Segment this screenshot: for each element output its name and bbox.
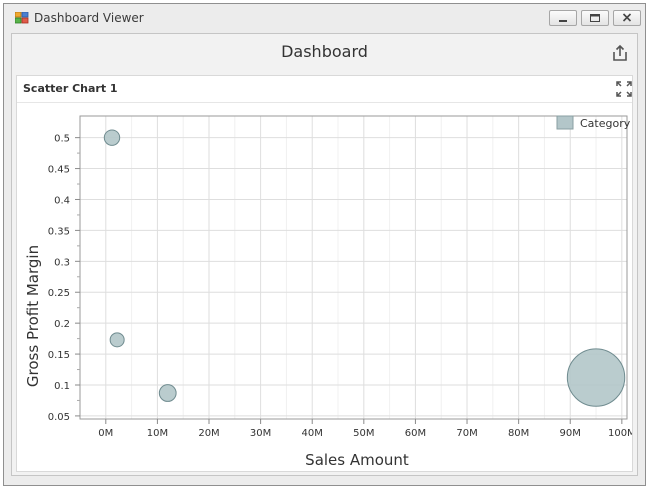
minimize-icon <box>559 20 567 22</box>
x-tick-label: 20M <box>198 428 219 439</box>
y-tick-label: 0.05 <box>48 412 70 423</box>
x-tick-label: 70M <box>456 428 477 439</box>
y-tick-label: 0.1 <box>54 381 70 392</box>
grid-layer <box>80 116 627 419</box>
dashboard-app-icon <box>15 12 29 24</box>
x-tick-label: 0M <box>98 428 113 439</box>
x-tick-label: 30M <box>250 428 271 439</box>
y-tick-label: 0.25 <box>48 288 70 299</box>
point-layer <box>103 129 626 407</box>
y-tick-label: 0.4 <box>54 195 70 206</box>
y-tick-label: 0.15 <box>48 350 70 361</box>
title-bar[interactable]: Dashboard Viewer <box>4 4 645 32</box>
x-tick-label: 40M <box>302 428 323 439</box>
y-axis-title: Gross Profit Margin <box>24 245 42 387</box>
y-tick-label: 0.2 <box>54 319 70 330</box>
scatter-chart: 0M 10M 20M 30M 40M 50M 60M 70M 80M 90M 100M 0.05 0.1… <box>24 115 632 469</box>
scatter-chart-item: Scatter Chart 1 0M 10M 20M 30M 40M 50M 60M 70M 8… <box>16 75 633 472</box>
x-tick-label: 100M <box>608 428 632 439</box>
x-tick-label: 60M <box>405 428 426 439</box>
scatter-point[interactable] <box>158 384 177 402</box>
export-icon[interactable] <box>610 43 630 63</box>
dashboard-title: Dashboard <box>281 42 368 61</box>
x-tick-label: 90M <box>560 428 581 439</box>
scatter-point[interactable] <box>103 129 121 146</box>
close-button[interactable] <box>613 10 641 26</box>
legend-label: Category <box>580 117 631 130</box>
x-tick-label: 80M <box>508 428 529 439</box>
maximize-button[interactable] <box>581 10 609 26</box>
y-tick-label: 0.45 <box>48 165 70 176</box>
plot-area <box>79 115 628 420</box>
legend-swatch <box>556 115 574 130</box>
x-tick-label: 50M <box>353 428 374 439</box>
scatter-point[interactable] <box>566 348 626 407</box>
y-tick-label: 0.3 <box>54 257 70 268</box>
dashboard-surface: Dashboard Scatter Chart 1 0M 10M 20M 30M 40M… <box>11 33 638 476</box>
window-title: Dashboard Viewer <box>34 11 144 25</box>
close-icon <box>622 13 632 22</box>
y-tick-label: 0.35 <box>48 226 70 237</box>
minimize-button[interactable] <box>549 10 577 26</box>
y-tick-label: 0.5 <box>54 134 70 145</box>
scatter-point[interactable] <box>109 332 125 348</box>
x-tick-label: 10M <box>147 428 168 439</box>
legend: Category <box>556 115 631 130</box>
dashboard-viewer-window: Dashboard Viewer Dashboard Scatter Chart… <box>3 3 646 486</box>
maximize-icon <box>590 14 600 22</box>
x-axis-title: Sales Amount <box>305 451 409 469</box>
